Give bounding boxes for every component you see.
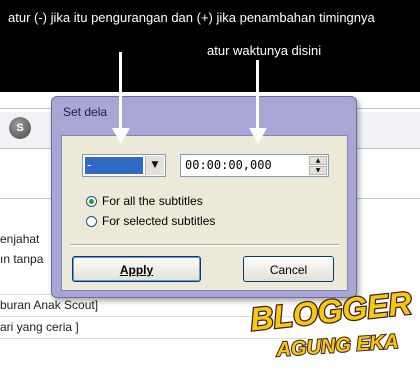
toolbar-s-button[interactable]: S xyxy=(9,117,31,139)
radio-label: For all the subtitles xyxy=(102,194,203,208)
apply-button[interactable]: Apply xyxy=(72,256,201,282)
subtitle-line: buran Anak Scout] xyxy=(0,298,99,312)
down-arrow-icon xyxy=(249,128,267,144)
time-spinner[interactable]: ▲ ▼ xyxy=(309,156,327,175)
chevron-down-icon[interactable]: ▼ xyxy=(145,156,164,175)
arrow-shaft xyxy=(256,60,259,130)
down-arrow-icon xyxy=(112,128,130,144)
radio-button[interactable] xyxy=(86,196,97,207)
cancel-button[interactable]: Cancel xyxy=(243,256,334,282)
dialog-title: Set dela xyxy=(63,105,108,119)
subtitle-line: enjahat xyxy=(0,232,40,246)
arrow-shaft xyxy=(119,52,122,130)
spin-up-icon[interactable]: ▲ xyxy=(309,156,327,165)
sign-value: - xyxy=(85,157,143,174)
blogger-logo: BLOGGER AGUNG EKA xyxy=(247,283,414,362)
sign-combobox[interactable]: - ▼ xyxy=(82,154,166,177)
set-delay-dialog: Set dela - ▼ 00:00:00,000 ▲ ▼ For all th… xyxy=(51,96,357,298)
time-input[interactable]: 00:00:00,000 ▲ ▼ xyxy=(180,154,329,177)
subtitle-line: ari yang ceria ] xyxy=(0,320,79,334)
dialog-client-area: - ▼ 00:00:00,000 ▲ ▼ For all the subtitl… xyxy=(61,135,348,291)
dialog-separator xyxy=(70,244,339,246)
annotation-sign-hint: atur (-) jika itu pengurangan dan (+) ji… xyxy=(8,10,375,25)
logo-line1: BLOGGER xyxy=(249,285,414,338)
subtitle-line: ın tanpa xyxy=(0,252,44,266)
annotation-time-hint: atur waktunya disini xyxy=(207,43,322,58)
spin-down-icon[interactable]: ▼ xyxy=(309,166,327,175)
radio-button[interactable] xyxy=(86,216,97,227)
time-value: 00:00:00,000 xyxy=(185,158,272,172)
logo-line2: AGUNG EKA xyxy=(275,331,399,362)
radio-label: For selected subtitles xyxy=(102,214,216,228)
